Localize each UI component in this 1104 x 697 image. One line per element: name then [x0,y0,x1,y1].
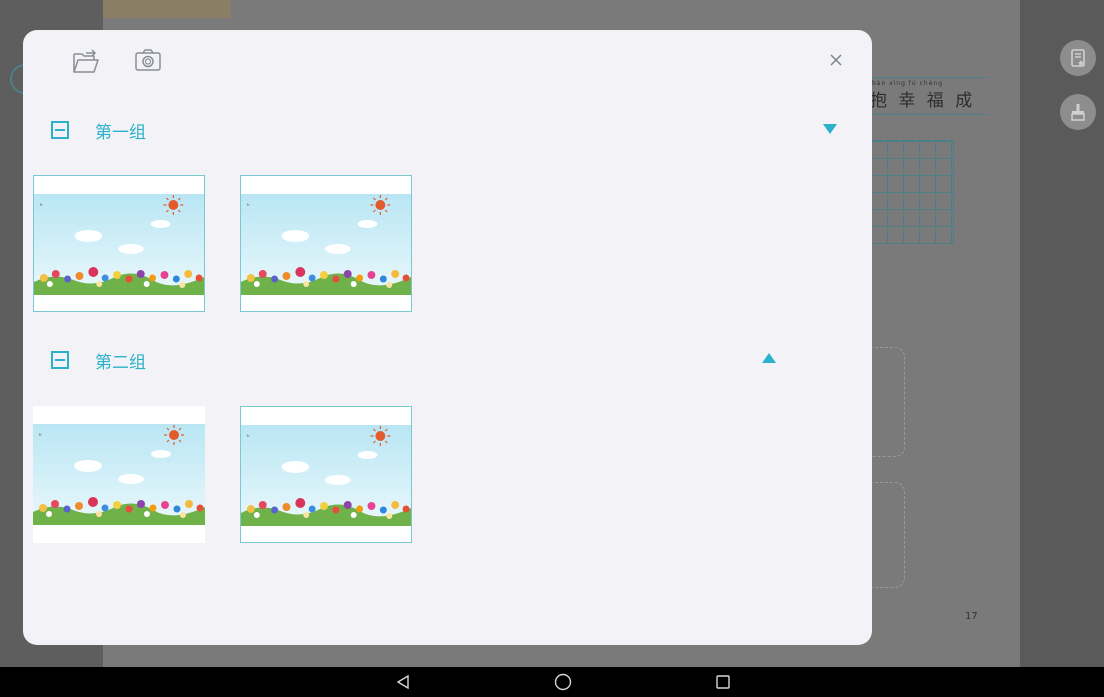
background-page-number: 17 [965,611,978,622]
camera-icon [135,49,161,71]
background-word-line [870,114,988,115]
background-words: 抱 幸 福 成 [870,91,976,111]
group-header-1[interactable]: 第一组 [51,117,146,143]
nav-recents-button[interactable] [711,671,735,693]
collapse-toggle[interactable] [51,121,69,139]
background-dashed-box [870,482,905,588]
landscape-image [34,194,204,295]
back-triangle-icon [396,674,409,690]
image-thumbnail[interactable] [33,406,205,543]
notes-button[interactable] [1060,40,1096,76]
system-navigation-bar [0,667,1104,697]
minus-icon [55,129,65,131]
landscape-image [241,194,411,295]
folder-import-icon [73,49,99,73]
background-writing-grid [870,140,954,244]
group-title: 第二组 [95,352,146,373]
image-thumbnail[interactable] [240,175,412,312]
clear-brush-button[interactable] [1060,94,1096,130]
background-tab [103,0,231,18]
background-dashed-box [870,347,905,457]
import-folder-button[interactable] [71,46,101,76]
home-circle-icon [554,673,572,691]
nav-back-button[interactable] [391,671,415,693]
close-icon [830,54,842,66]
nav-home-button[interactable] [551,671,575,693]
note-star-icon [1071,49,1085,67]
expand-down-arrow-icon[interactable] [823,124,837,134]
landscape-image [33,424,205,525]
close-button[interactable] [824,48,848,72]
group-header-2[interactable]: 第二组 [51,347,146,373]
minus-icon [55,359,65,361]
image-thumbnail[interactable] [33,175,205,312]
camera-button[interactable] [133,46,163,76]
image-picker-dialog: 第一组 第二组 [23,30,872,645]
group-title: 第一组 [95,122,146,143]
collapse-up-arrow-icon[interactable] [762,353,776,363]
recents-square-icon [716,675,730,689]
collapse-toggle[interactable] [51,351,69,369]
brush-icon [1071,104,1085,121]
image-thumbnail[interactable] [240,406,412,543]
landscape-image [241,425,411,526]
background-word-line [870,77,988,78]
